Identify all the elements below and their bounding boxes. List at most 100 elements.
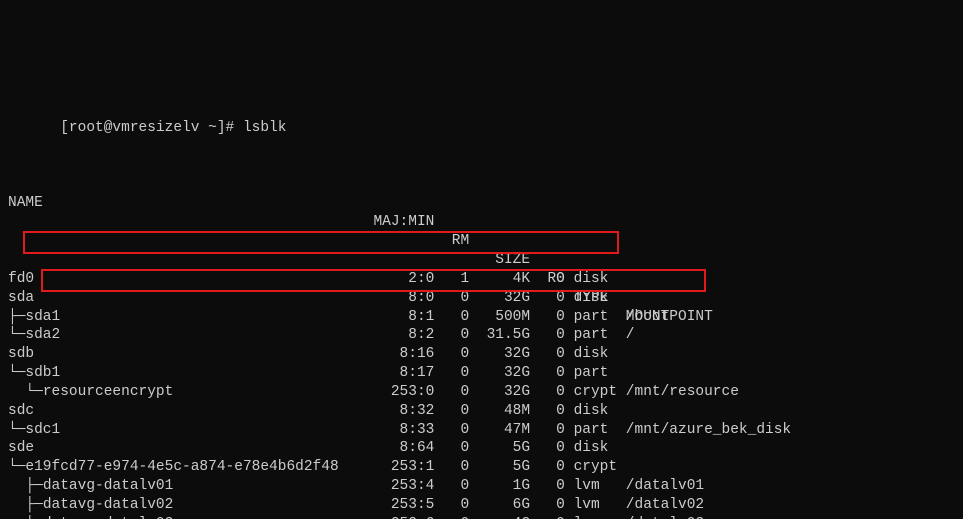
col-majmin: 8:17 [373,364,434,383]
col-size: 32G [478,364,530,383]
col-ro: 0 [539,402,565,421]
tree-prefix: └─ [8,422,25,438]
col-majmin: 253:6 [373,515,434,519]
col-ro: 0 [539,383,565,402]
col-ro: 0 [539,364,565,383]
col-rm: 0 [443,289,469,308]
lsblk-row: ├─datavg-datalv01253:401G0lvm/datalv01 [8,477,955,496]
col-type: part [574,326,609,345]
device-name: sde [8,440,34,456]
col-type: disk [574,439,609,458]
col-size: 4K [478,270,530,289]
lsblk-row: └─e19fcd77-e974-4e5c-a874-e78e4b6d2f48 25… [8,458,955,477]
device-name: sda [8,290,34,306]
col-rm: 0 [443,421,469,440]
col-rm: 0 [443,458,469,477]
device-name-cell: ├─datavg-datalv02 [8,496,173,515]
device-name: datavg-datalv02 [43,497,174,513]
col-rm-header: RM [443,232,469,251]
col-mountpoint: /datalv02 [626,496,704,515]
lsblk-row: └─sda28:2031.5G0part/ [8,326,955,345]
col-ro: 0 [539,458,565,477]
col-size: 32G [478,345,530,364]
col-majmin: 8:0 [373,289,434,308]
col-mountpoint: /mnt/azure_bek_disk [626,421,791,440]
device-name-cell: └─sdc1 [8,421,60,440]
col-type: lvm [574,477,600,496]
device-name: resourceencrypt [43,384,174,400]
tree-prefix: └─ [8,327,25,343]
col-majmin: 8:1 [373,308,434,327]
col-type: part [574,421,609,440]
lsblk-row: └─sdb1 8:17 0 32G 0 part [8,364,955,383]
col-rm: 0 [443,345,469,364]
col-majmin: 8:64 [373,439,434,458]
col-rm: 0 [443,364,469,383]
col-size: 31.5G [478,326,530,345]
col-type: part [574,308,609,327]
col-ro: 0 [539,345,565,364]
tree-prefix: ├─ [8,309,25,325]
tree-prefix: └─ [8,459,25,475]
col-rm: 0 [443,477,469,496]
shell-command: lsblk [243,120,287,136]
col-majmin: 8:33 [373,421,434,440]
lsblk-row: ├─datavg-datalv02253:506G0lvm/datalv02 [8,496,955,515]
device-name: sdc1 [25,422,60,438]
lsblk-row: └─sdc1 8:33 0 47M 0 part/mnt/azure_bek_disk [8,421,955,440]
col-ro: 0 [539,289,565,308]
lsblk-row: sdb 8:16 0 32G 0 disk [8,345,955,364]
shell-prompt-line: [root@vmresizelv ~]# lsblk [8,81,955,100]
col-mountpoint: /datalv01 [626,477,704,496]
col-majmin: 8:2 [373,326,434,345]
device-name: sdb [8,346,34,362]
tree-prefix: ├─ [8,478,43,494]
col-type: part [574,364,609,383]
lsblk-row: sda8:0032G0disk [8,289,955,308]
col-ro: 0 [539,326,565,345]
device-name-cell: ├─datavg-datalv01 [8,477,173,496]
col-majmin: 8:32 [373,402,434,421]
device-name-cell: fd0 [8,270,34,289]
device-name-cell: sdc [8,402,34,421]
lsblk-row: ├─datavg-datalv03253:604G0lvm/datalv03 [8,515,955,519]
col-type: disk [574,345,609,364]
col-type: lvm [574,496,600,515]
device-name-cell: └─e19fcd77-e974-4e5c-a874-e78e4b6d2f48 [8,458,339,477]
col-mountpoint: /datalv03 [626,515,704,519]
col-rm: 0 [443,308,469,327]
col-rm: 0 [443,383,469,402]
device-name: sda2 [25,327,60,343]
col-name-header: NAME [8,194,43,213]
col-rm: 0 [443,439,469,458]
col-size: 47M [478,421,530,440]
terminal[interactable]: [root@vmresizelv ~]# lsblk NAME MAJ:MIN … [0,0,963,519]
col-ro: 0 [539,270,565,289]
tree-prefix: └─ [8,365,25,381]
col-size: 500M [478,308,530,327]
col-majmin: 8:16 [373,345,434,364]
device-name: sdb1 [25,365,60,381]
col-ro: 0 [539,477,565,496]
col-size: 5G [478,458,530,477]
col-majmin: 253:5 [373,496,434,515]
device-name-cell: ├─datavg-datalv03 [8,515,173,519]
shell-prompt: [root@vmresizelv ~]# [60,120,243,136]
col-mountpoint: /boot [626,308,670,327]
device-name: sda1 [25,309,60,325]
col-rm: 0 [443,402,469,421]
device-name: fd0 [8,271,34,287]
col-majmin: 253:0 [373,383,434,402]
lsblk-row: ├─sda1 8:1 0 500M 0 part/boot [8,308,955,327]
col-mountpoint: / [626,326,635,345]
col-type: crypt [574,458,618,477]
lsblk-rows: fd02:014K0disksda8:0032G0disk├─sda18:105… [8,270,955,519]
col-type: disk [574,270,609,289]
tree-prefix: ├─ [8,497,43,513]
col-ro: 0 [539,421,565,440]
col-size: 1G [478,477,530,496]
col-majmin: 253:1 [373,458,434,477]
col-mountpoint: /mnt/resource [626,383,739,402]
col-ro: 0 [539,308,565,327]
device-name-cell: sdb [8,345,34,364]
